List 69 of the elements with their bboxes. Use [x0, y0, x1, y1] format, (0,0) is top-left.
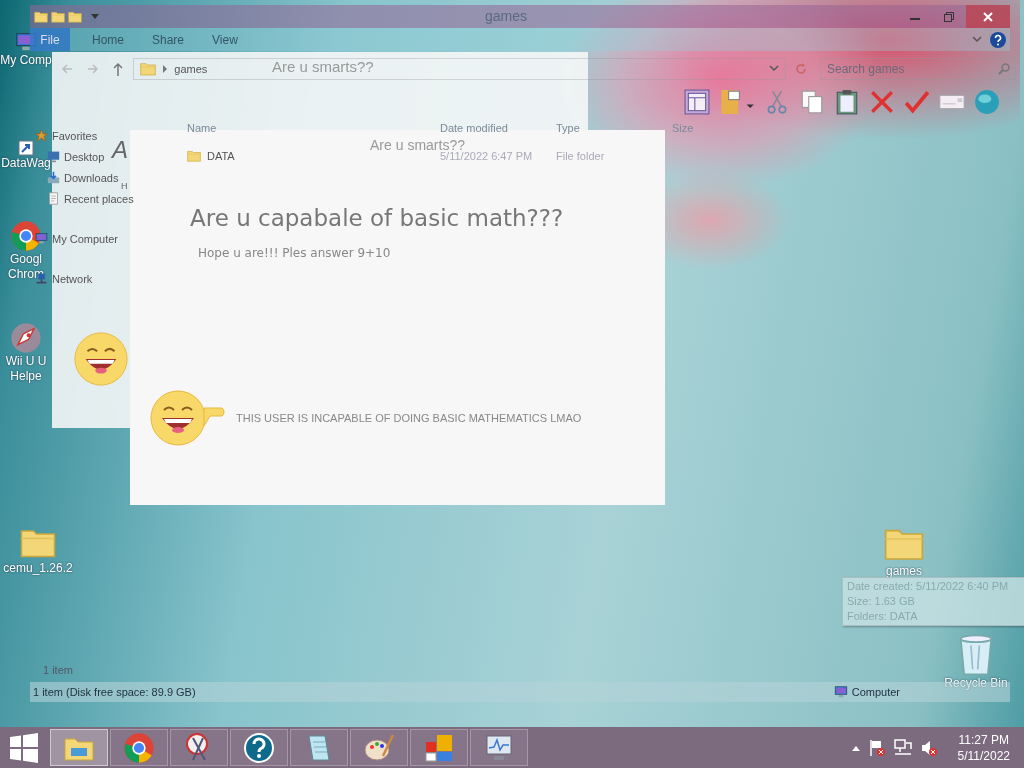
- nav-item[interactable]: Downloads: [47, 171, 119, 184]
- copy-icon[interactable]: [799, 89, 825, 115]
- taskbar-button[interactable]: [470, 729, 528, 766]
- dropdown-icon[interactable]: [769, 65, 780, 73]
- flag-icon[interactable]: [867, 738, 886, 757]
- window-title: games: [485, 8, 528, 24]
- clipboard-icon[interactable]: [834, 89, 860, 115]
- help-icon[interactable]: [243, 731, 275, 764]
- status-text: 1 item (Disk free space: 89.9 GB): [33, 686, 196, 698]
- dialog-text: Hope u are!!! Ples answer 9+10: [198, 246, 392, 260]
- checkmark-icon[interactable]: [904, 89, 930, 115]
- up-caret-icon[interactable]: [851, 744, 860, 751]
- table-cell-text: File folder: [556, 150, 606, 162]
- icon-label[interactable]: cemu_1.26.2: [3, 561, 73, 576]
- folder-icon: [51, 9, 65, 24]
- rocket-icon[interactable]: [10, 322, 42, 354]
- help-icon[interactable]: [990, 31, 1006, 48]
- taskbar-button[interactable]: [170, 729, 228, 766]
- icon-label[interactable]: Googl: [10, 252, 42, 267]
- ribbon-tab[interactable]: Home: [78, 28, 138, 51]
- stray-letter: A: [112, 138, 128, 162]
- speaker-muted-icon[interactable]: [919, 738, 938, 757]
- taskbar-button[interactable]: [290, 729, 348, 766]
- nav-item[interactable]: My Computer: [35, 232, 119, 245]
- nav-item[interactable]: Favorites: [35, 129, 98, 142]
- column-header[interactable]: Date modified: [440, 122, 556, 134]
- nav-item[interactable]: Recent places: [47, 192, 134, 205]
- file-name[interactable]: DATA: [207, 150, 235, 162]
- network-icon[interactable]: [893, 738, 912, 757]
- window-title: Are u smarts??: [272, 58, 374, 75]
- ribbon-tab[interactable]: Share: [138, 28, 199, 51]
- column-header[interactable]: Name: [187, 122, 440, 134]
- folder-icon: [68, 9, 82, 24]
- dialog-heading: Are u capabale of basic math???: [190, 205, 565, 231]
- dialog-title: Are u smarts??: [370, 137, 465, 153]
- caret-icon[interactable]: [91, 13, 99, 20]
- item-count: 1 item: [42, 664, 74, 678]
- chevron-icon[interactable]: [972, 35, 982, 44]
- clock[interactable]: 11:27 PM 5/11/2022: [957, 731, 1010, 764]
- chrome-icon[interactable]: [123, 731, 155, 764]
- icon-label[interactable]: My Comp: [0, 53, 52, 68]
- column-header[interactable]: Type: [556, 122, 672, 134]
- message-text: THIS USER IS INCAPABLE OF DOING BASIC MATHEMATICS LMAO: [236, 412, 582, 424]
- cross-icon[interactable]: [869, 89, 895, 115]
- table-cell-text: 5/11/2022 6:47 PM: [440, 150, 534, 162]
- chevron-icon: [162, 65, 169, 73]
- close-icon[interactable]: [966, 5, 1010, 28]
- icon-label[interactable]: Wii U U: [5, 354, 47, 369]
- location-label: Computer: [851, 686, 900, 698]
- taskbar-button[interactable]: [410, 729, 468, 766]
- taskbar-button[interactable]: [110, 729, 168, 766]
- layout-icon[interactable]: [684, 89, 710, 115]
- computer-icon: [35, 232, 48, 245]
- star-icon: [35, 129, 48, 142]
- chrome-icon[interactable]: [10, 220, 42, 252]
- folder-icon: [34, 9, 48, 24]
- icon-label[interactable]: games: [886, 564, 922, 579]
- taskbar-button[interactable]: [230, 729, 288, 766]
- taskbar-button[interactable]: [350, 729, 408, 766]
- stray-letter: H: [121, 182, 128, 191]
- computer-icon: [833, 685, 848, 699]
- icon-label[interactable]: Helpe: [10, 369, 42, 384]
- folder-icon: [140, 61, 157, 77]
- download-icon: [47, 171, 60, 184]
- icon-label[interactable]: DataWag: [1, 156, 51, 171]
- folder-icon: [187, 149, 201, 163]
- ribbon-tab[interactable]: View: [198, 28, 252, 51]
- shortcut-icon[interactable]: [18, 140, 34, 156]
- laughing-face-icon: [72, 330, 130, 388]
